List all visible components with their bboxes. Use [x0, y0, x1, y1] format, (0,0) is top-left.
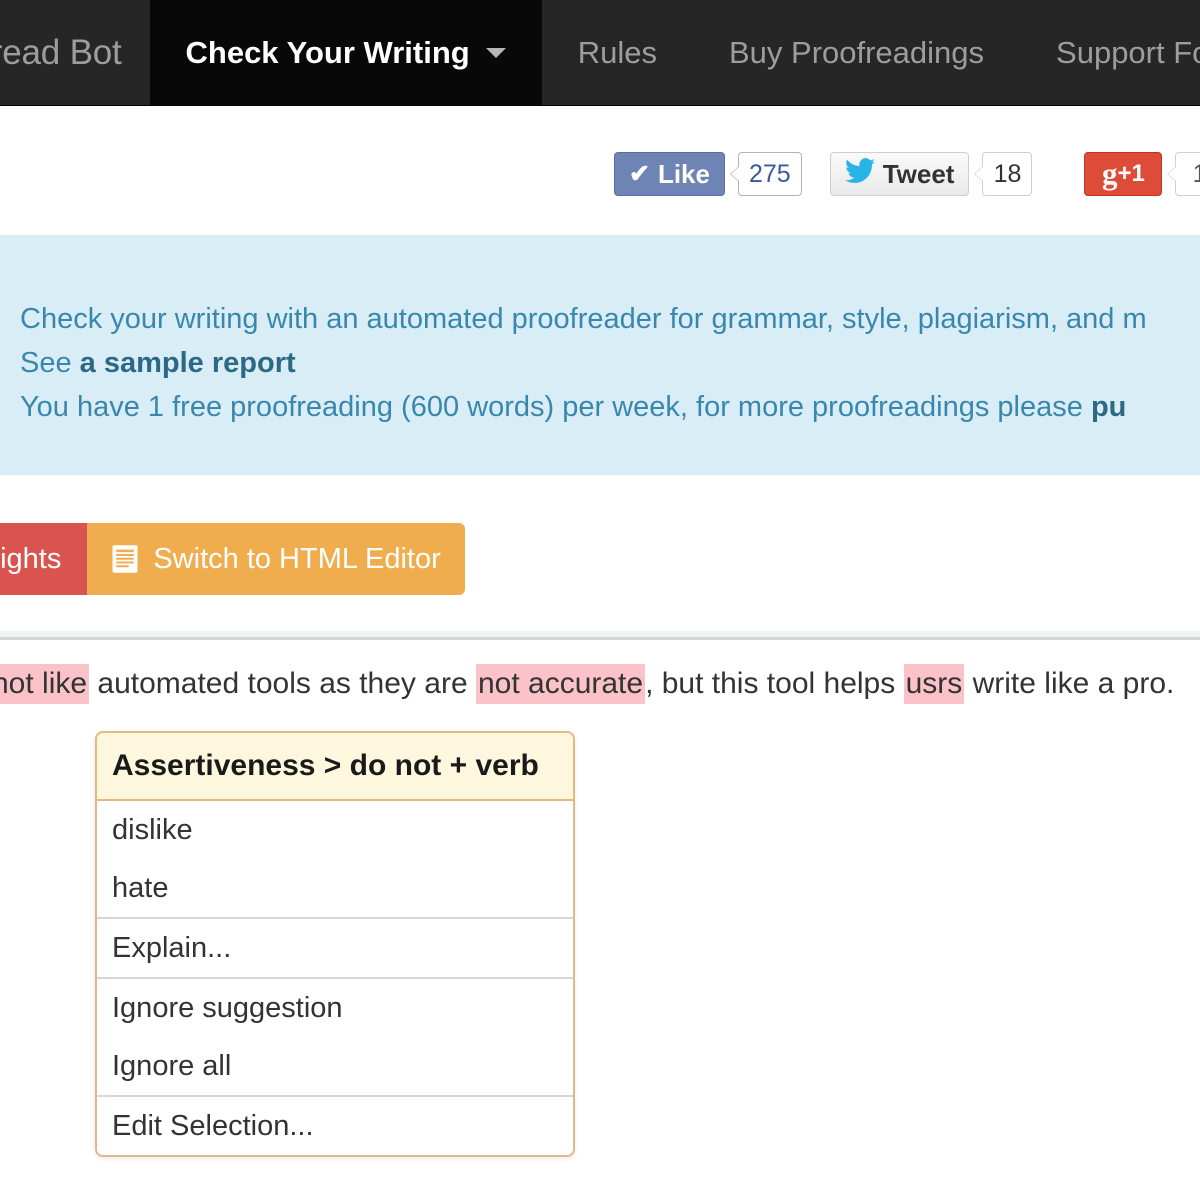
- brand-logo[interactable]: ofread Bot: [0, 0, 150, 105]
- editor-plain-text: automated tools as they are: [89, 667, 476, 700]
- googleplus-count-value: 18: [1192, 159, 1200, 188]
- facebook-like-widget: ✔ Like 275: [614, 152, 802, 196]
- nav-item-label: Check Your Writing: [185, 34, 470, 70]
- editor-content-text[interactable]: not like automated tools as they are not…: [0, 663, 1200, 705]
- highlights-button-label: Highlights: [0, 542, 62, 575]
- document-icon: [111, 544, 139, 574]
- suggestion-context-menu: Assertiveness > do not + verb dislike hat…: [95, 731, 575, 1157]
- social-buttons-cluster: ✔ Like 275 Tweet 18 g +1 1: [614, 152, 1200, 196]
- twitter-bird-icon: [844, 157, 875, 191]
- alert-quota-prefix: You have 1 free proofreading (600 words)…: [20, 391, 1091, 423]
- suggestion-menu-group: Ignore suggestion Ignore all: [97, 979, 573, 1097]
- facebook-like-count[interactable]: 275: [730, 152, 802, 196]
- suggestion-menu-item[interactable]: Ignore suggestion: [97, 979, 573, 1037]
- alert-line-description: Check your writing with an automated pro…: [20, 303, 1147, 335]
- facebook-like-label: Like: [657, 158, 710, 189]
- googleplus-g-icon: g: [1102, 156, 1118, 191]
- googleplus-widget: g +1 18: [1084, 152, 1200, 196]
- googleplus-count[interactable]: 18: [1167, 152, 1200, 196]
- chevron-down-icon: [485, 47, 506, 58]
- alert-see-prefix: See: [20, 347, 80, 379]
- twitter-tweet-widget: Tweet 18: [829, 152, 1033, 196]
- top-navigation-bar: ofread Bot Check Your Writing Rules Buy …: [0, 0, 1200, 106]
- googleplus-plus-label: +1: [1117, 160, 1145, 187]
- suggestion-menu-item[interactable]: Ignore all: [97, 1037, 573, 1095]
- nav-item-label: Rules: [577, 34, 657, 70]
- nav-item-support-forum[interactable]: Support Fo: [1020, 0, 1200, 105]
- alert-line-sample-report: See a sample report: [20, 341, 1200, 385]
- editor-divider: [0, 637, 1200, 640]
- editor-highlighted-word[interactable]: usrs: [903, 664, 965, 704]
- nav-item-check-your-writing[interactable]: Check Your Writing: [149, 0, 542, 105]
- editor-plain-text: , but this tool helps: [645, 667, 904, 700]
- nav-item-label: Buy Proofreadings: [728, 34, 985, 70]
- sample-report-link[interactable]: a sample report: [80, 347, 296, 379]
- suggestion-menu-group: dislike hate: [97, 801, 573, 919]
- twitter-tweet-button[interactable]: Tweet: [829, 152, 970, 196]
- editor-plain-text: write like a pro.: [964, 667, 1175, 700]
- editor-toolbar: Highlights Switch to HTML Editor: [0, 523, 1200, 595]
- suggestion-menu-item[interactable]: dislike: [97, 801, 573, 859]
- nav-item-buy-proofreadings[interactable]: Buy Proofreadings: [693, 0, 1020, 105]
- highlights-button[interactable]: Highlights: [0, 523, 88, 595]
- googleplus-plusone-button[interactable]: g +1: [1084, 152, 1163, 196]
- suggestion-menu-group: Edit Selection...: [97, 1097, 573, 1155]
- checkmark-icon: ✔: [629, 159, 650, 188]
- suggestion-menu-group: Explain...: [97, 919, 573, 979]
- switch-to-html-editor-button[interactable]: Switch to HTML Editor: [87, 523, 465, 595]
- suggestion-menu-item[interactable]: hate: [97, 859, 573, 917]
- facebook-like-count-value: 275: [748, 159, 791, 188]
- twitter-tweet-count-value: 18: [993, 159, 1022, 188]
- suggestion-menu-item[interactable]: Edit Selection...: [97, 1097, 573, 1155]
- suggestion-menu-header: Assertiveness > do not + verb: [97, 733, 573, 801]
- alert-line-free-quota: You have 1 free proofreading (600 words)…: [20, 385, 1200, 429]
- switch-to-html-editor-label: Switch to HTML Editor: [153, 542, 441, 575]
- twitter-tweet-label: Tweet: [882, 158, 955, 189]
- purchase-link[interactable]: pu: [1091, 391, 1126, 423]
- brand-label: ofread Bot: [0, 32, 122, 72]
- social-share-row: ✔ Like 275 Tweet 18 g +1 1: [0, 106, 1200, 235]
- nav-item-rules[interactable]: Rules: [542, 0, 693, 105]
- suggestion-menu-item[interactable]: Explain...: [97, 919, 573, 977]
- editor-highlighted-word[interactable]: not like: [0, 664, 90, 704]
- suggestion-menu-groups: dislike hate Explain... Ignore suggestion Ig…: [97, 801, 573, 1155]
- twitter-tweet-count[interactable]: 18: [974, 152, 1033, 196]
- facebook-like-button[interactable]: ✔ Like: [614, 152, 725, 196]
- nav-item-label: Support Fo: [1056, 34, 1200, 70]
- editor-highlighted-word[interactable]: not accurate: [475, 664, 646, 704]
- info-alert-banner: Check your writing with an automated pro…: [0, 235, 1200, 475]
